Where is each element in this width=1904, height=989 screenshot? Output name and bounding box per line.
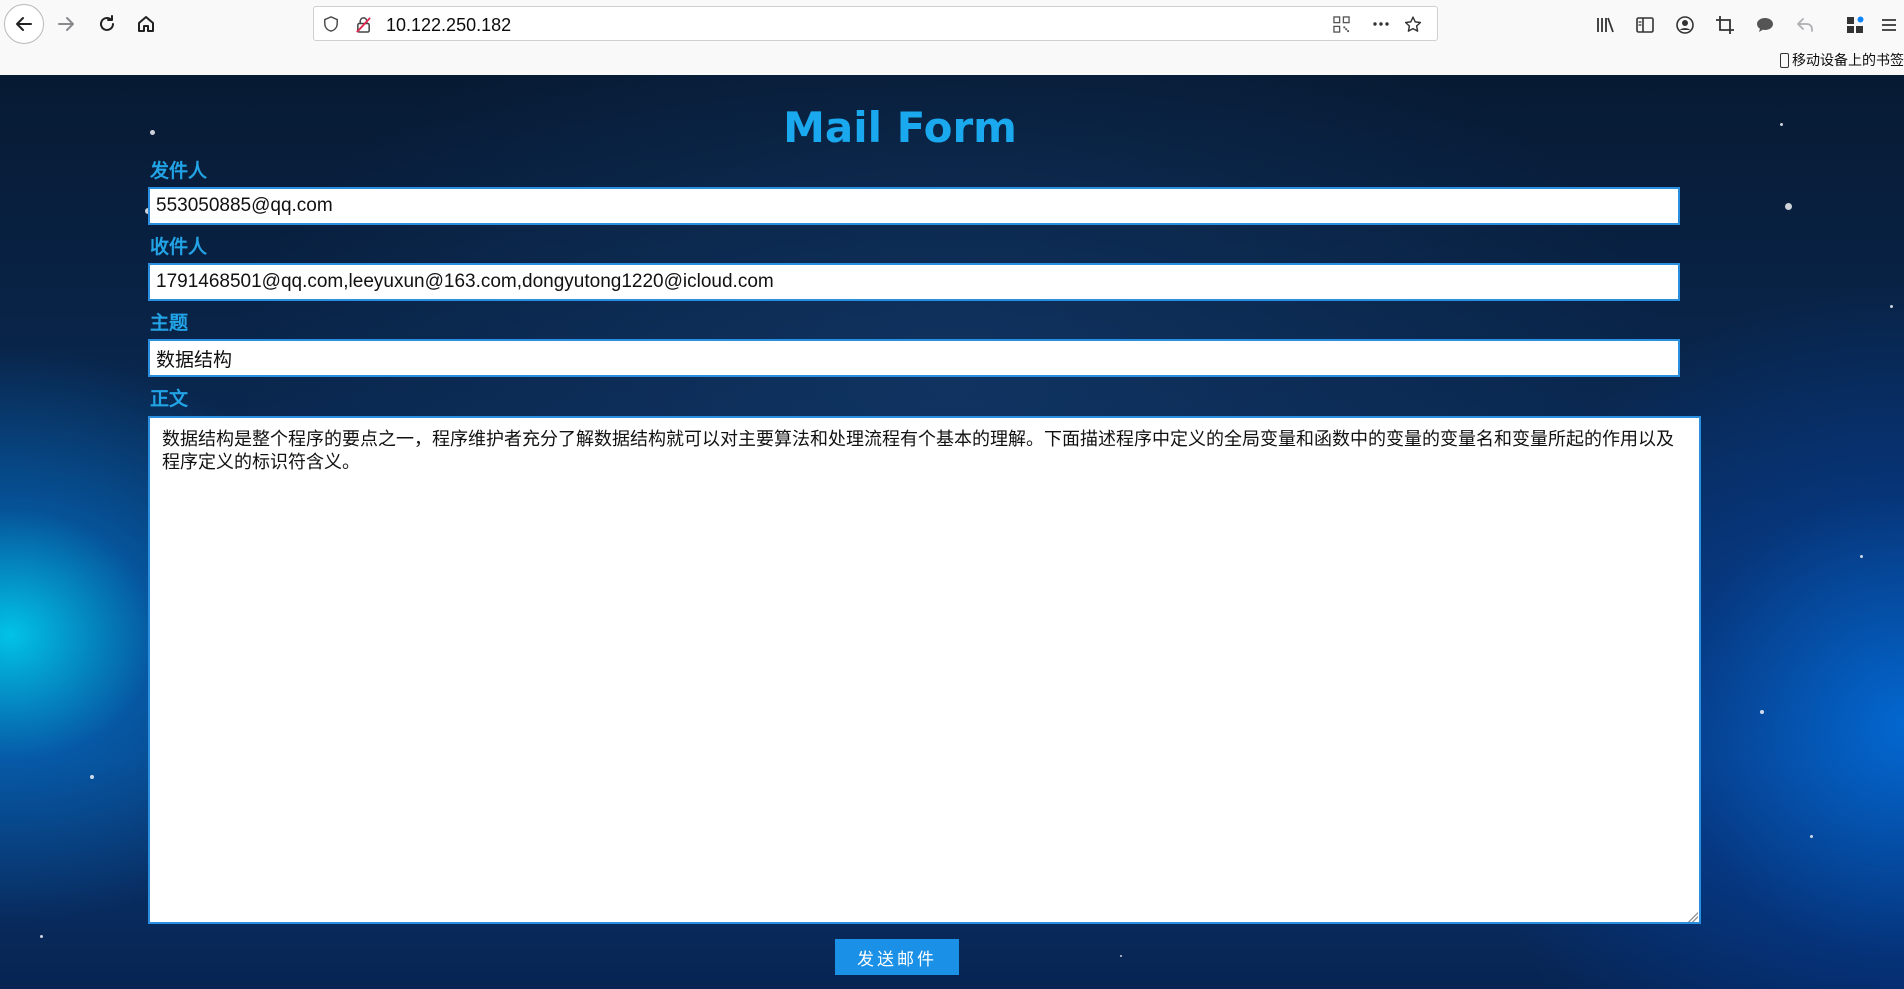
library-icon[interactable] [1594, 14, 1616, 36]
browser-toolbar: 10.122.250.182 移动设备上的书签 [0, 0, 1904, 76]
screenshot-icon[interactable] [1714, 14, 1736, 36]
chat-icon[interactable] [1754, 14, 1776, 36]
body-label: 正文 [150, 388, 189, 410]
star-decoration [1810, 835, 1813, 838]
forward-arrow-icon [58, 17, 74, 31]
back-button[interactable] [4, 4, 44, 44]
textarea-resize-handle[interactable] [1688, 912, 1698, 922]
insecure-lock-icon[interactable] [354, 15, 372, 33]
recipients-input[interactable] [148, 263, 1680, 301]
url-bar[interactable]: 10.122.250.182 [313, 6, 1438, 41]
star-decoration [90, 775, 94, 779]
star-decoration [1760, 710, 1764, 714]
back-arrow-icon [16, 17, 32, 31]
star-decoration [40, 935, 43, 938]
star-decoration [1785, 203, 1792, 210]
sidebar-icon[interactable] [1634, 14, 1656, 36]
shield-icon[interactable] [322, 15, 340, 33]
menu-icon[interactable] [1878, 14, 1900, 36]
undo-icon[interactable] [1794, 14, 1816, 36]
star-icon[interactable] [1404, 15, 1422, 33]
more-dots-icon[interactable] [1372, 15, 1390, 33]
mobile-bookmarks-label: 移动设备上的书签 [1792, 53, 1904, 69]
subject-label: 主题 [150, 312, 189, 334]
sender-input[interactable] [148, 187, 1680, 225]
recipients-label: 收件人 [150, 236, 208, 258]
body-textarea[interactable]: 数据结构是整个程序的要点之一，程序维护者充分了解数据结构就可以对主要算法和处理流… [148, 416, 1701, 924]
home-button[interactable] [128, 6, 164, 42]
reload-button[interactable] [89, 6, 125, 42]
account-icon[interactable] [1674, 14, 1696, 36]
form-title: Mail Form [783, 103, 1017, 152]
mobile-phone-icon [1780, 52, 1789, 68]
reload-icon [100, 15, 114, 31]
home-icon [138, 16, 154, 32]
forward-button[interactable] [48, 6, 84, 42]
page-background: Mail Form 发件人 收件人 主题 正文 数据结构是整个程序的要点之一，程… [0, 75, 1904, 989]
star-decoration [1890, 305, 1893, 308]
extensions-icon[interactable] [1844, 14, 1866, 36]
star-decoration [1860, 555, 1863, 558]
sender-label: 发件人 [150, 160, 208, 182]
star-decoration [1120, 955, 1122, 957]
qr-code-icon[interactable] [1332, 15, 1350, 33]
mobile-bookmarks-folder[interactable]: 移动设备上的书签 [1780, 48, 1904, 72]
url-text[interactable]: 10.122.250.182 [386, 15, 511, 36]
subject-input[interactable] [148, 339, 1680, 377]
send-mail-button[interactable]: 发送邮件 [835, 939, 959, 975]
